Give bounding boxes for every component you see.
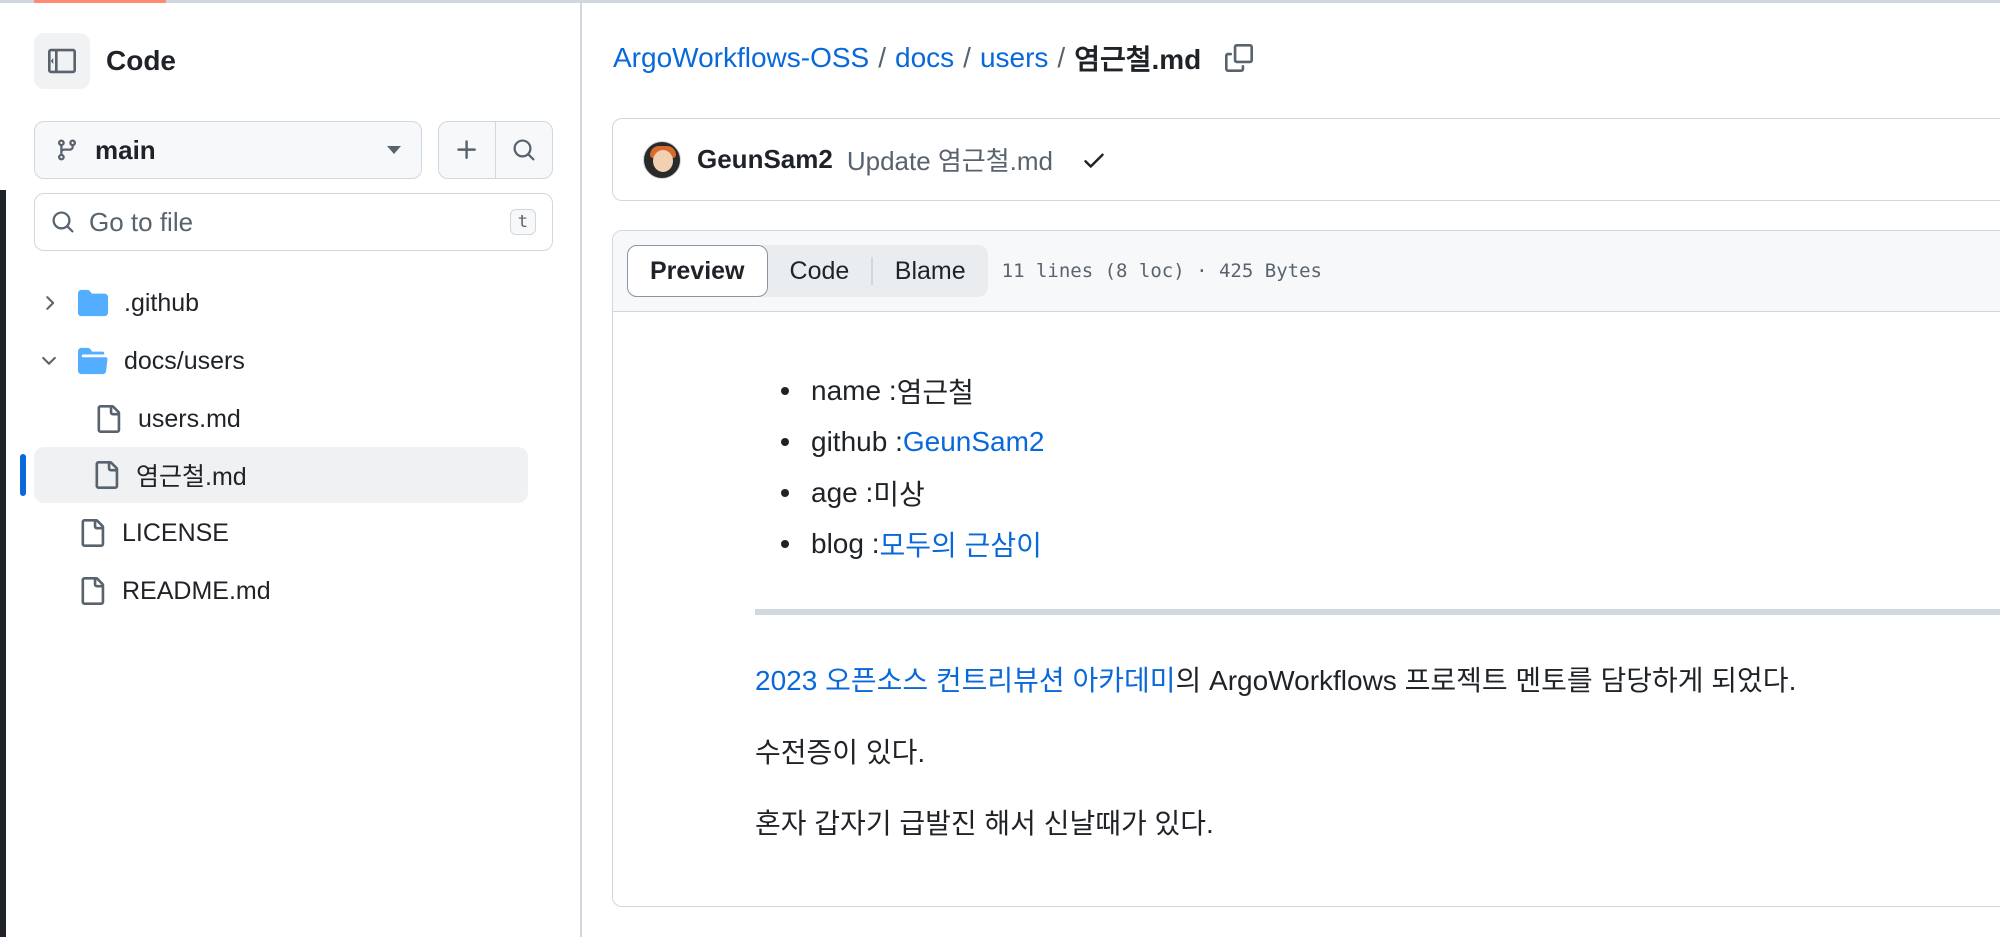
- tree-item-label: users.md: [138, 404, 241, 433]
- breadcrumb-users-link[interactable]: users: [980, 42, 1048, 74]
- search-icon: [52, 211, 74, 233]
- item-value: 염근철: [896, 376, 974, 408]
- folder-open-icon: [78, 346, 108, 376]
- branch-selector[interactable]: main: [34, 121, 422, 179]
- tree-item-label: README.md: [122, 576, 271, 605]
- list-item: name : 염근철: [755, 365, 1045, 416]
- file-icon: [92, 461, 120, 489]
- tab-blame[interactable]: Blame: [873, 245, 988, 297]
- horizontal-rule: [755, 609, 2000, 615]
- sidebar-header: Code: [34, 33, 176, 89]
- tab-code[interactable]: Code: [768, 245, 872, 297]
- breadcrumb-repo-link[interactable]: ArgoWorkflows-OSS: [613, 42, 869, 74]
- check-icon[interactable]: [1081, 147, 1107, 173]
- tree-item-users-md[interactable]: users.md: [80, 391, 530, 447]
- file-icon: [78, 577, 106, 605]
- breadcrumb-separator: /: [878, 42, 886, 73]
- item-key: name :: [811, 374, 897, 406]
- file-info: 11 lines (8 loc) · 425 Bytes: [1001, 260, 1322, 282]
- paragraph: 혼자 갑자기 급발진 해서 신날때가 있다.: [755, 808, 1214, 839]
- collapse-sidebar-button[interactable]: [34, 33, 90, 89]
- tab-preview[interactable]: Preview: [627, 245, 768, 297]
- list-item: age : 미상: [755, 467, 1045, 518]
- go-to-file-placeholder: Go to file: [89, 206, 194, 237]
- paragraph: 2023 오픈소스 컨트리뷰션 아카데미의 ArgoWorkflows 프로젝트…: [755, 659, 1796, 699]
- list-item: blog : 모두의 근삼이: [755, 518, 1045, 569]
- commit-message[interactable]: Update 염근철.md: [847, 141, 1053, 178]
- chevron-down-icon: [34, 350, 64, 372]
- tree-item-license[interactable]: LICENSE: [64, 505, 514, 561]
- item-key: age :: [811, 476, 874, 508]
- tree-item-docs-users[interactable]: docs/users: [34, 333, 534, 389]
- tree-item-github[interactable]: .github: [34, 275, 534, 331]
- avatar[interactable]: [643, 140, 681, 179]
- copy-icon: [1225, 44, 1254, 72]
- breadcrumb: ArgoWorkflows-OSS / docs / users / 염근철.m…: [613, 38, 1254, 78]
- chevron-right-icon: [34, 292, 64, 314]
- breadcrumb-separator: /: [1057, 42, 1066, 73]
- tree-item-selected-file[interactable]: 염근철.md: [34, 447, 528, 503]
- tree-item-label: docs/users: [124, 346, 245, 375]
- item-key: blog :: [811, 527, 880, 559]
- breadcrumb-separator: /: [963, 42, 971, 73]
- academy-link[interactable]: 2023 오픈소스 컨트리뷰션 아카데미: [755, 665, 1176, 696]
- paragraph-text: 의 ArgoWorkflows 프로젝트 멘토를 담당하게 되었다.: [1175, 665, 1797, 696]
- copy-path-button[interactable]: [1225, 44, 1254, 72]
- item-value: 미상: [873, 478, 925, 510]
- branch-name: main: [95, 134, 156, 165]
- breadcrumb-docs-link[interactable]: docs: [895, 42, 954, 74]
- sidebar-title: Code: [106, 45, 176, 76]
- file-header: Preview Code Blame 11 lines (8 loc) · 42…: [613, 231, 2000, 312]
- blog-link[interactable]: 모두의 근삼이: [880, 524, 1042, 564]
- add-file-button[interactable]: [439, 122, 496, 178]
- info-list: name : 염근철 github : GeunSam2 age : 미상 bl…: [755, 365, 1045, 569]
- file-viewer: Preview Code Blame 11 lines (8 loc) · 42…: [612, 230, 2000, 907]
- sidebar-collapse-icon: [48, 48, 76, 74]
- tree-item-label: .github: [124, 288, 200, 317]
- git-branch-icon: [57, 139, 76, 161]
- file-icon: [78, 519, 106, 547]
- keyboard-shortcut-hint: t: [509, 209, 536, 235]
- search-icon: [513, 139, 535, 161]
- go-to-file-input[interactable]: Go to file t: [34, 193, 553, 251]
- paragraph: 수전증이 있다.: [755, 737, 926, 768]
- tree-item-readme[interactable]: README.md: [64, 563, 514, 619]
- latest-commit-bar: GeunSam2 Update 염근철.md: [612, 118, 2000, 201]
- selected-indicator: [20, 454, 26, 496]
- breadcrumb-current-file: 염근철.md: [1074, 44, 1202, 75]
- file-icon: [94, 405, 122, 433]
- view-mode-tabs: Preview Code Blame: [627, 245, 988, 297]
- folder-icon: [78, 288, 108, 318]
- list-item: github : GeunSam2: [755, 416, 1045, 467]
- search-code-button[interactable]: [496, 122, 553, 178]
- chevron-down-icon: [387, 146, 401, 154]
- tree-item-label: 염근철.md: [136, 463, 247, 491]
- commit-author[interactable]: GeunSam2: [697, 144, 833, 175]
- file-tree-sidebar: Code main Go to file t .github docs/user…: [0, 3, 582, 937]
- plus-icon: [457, 140, 476, 159]
- sidebar-actions: [438, 121, 553, 179]
- item-key: github :: [811, 425, 903, 457]
- tree-item-label: LICENSE: [122, 518, 229, 547]
- github-link[interactable]: GeunSam2: [903, 426, 1045, 458]
